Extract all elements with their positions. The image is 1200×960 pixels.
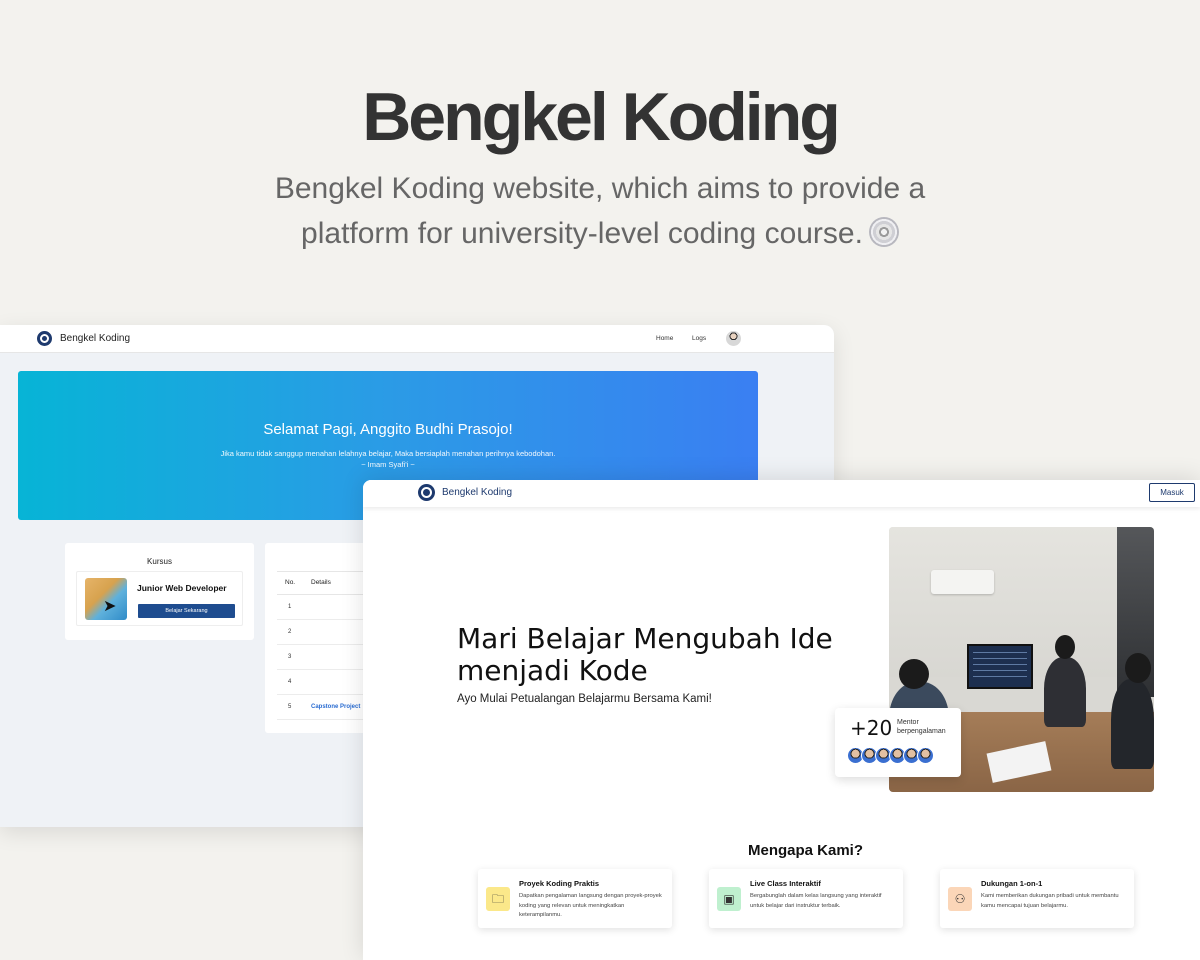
course-name: Junior Web Developer	[137, 583, 227, 593]
photo-standing-person	[1044, 657, 1086, 727]
user-avatar[interactable]	[726, 331, 741, 346]
disc-icon	[868, 217, 899, 247]
feature-title: Proyek Koding Praktis	[519, 879, 600, 888]
quote-text: Jika kamu tidak sanggup menahan lelahnya…	[220, 449, 556, 458]
feature-desc: Kami memberikan dukungan pribadi untuk m…	[981, 893, 1119, 909]
hero-title: Bengkel Koding	[362, 79, 841, 155]
bengkel-koding-logo-icon[interactable]	[37, 331, 52, 346]
cursor-icon: ➤	[103, 598, 117, 615]
belajar-sekarang-button[interactable]: Belajar Sekarang	[138, 604, 235, 618]
photo-monitor	[967, 644, 1033, 689]
course-item[interactable]: ➤ Junior Web Developer Belajar Sekarang	[76, 571, 243, 626]
why-us-title: Mengapa Kami?	[747, 842, 864, 859]
folder-code-icon: 🗀	[486, 887, 510, 911]
quote-author: ~ Imam Syafi'i ~	[361, 460, 415, 469]
landing-headline: Mari Belajar Mengubah Ide menjadi Kode	[457, 622, 833, 687]
row-number: 1	[288, 604, 292, 610]
dashboard-navbar: Bengkel Koding Home Logs	[0, 325, 834, 353]
table-header-details: Details	[311, 579, 331, 586]
bengkel-koding-logo-icon[interactable]	[418, 484, 435, 501]
photo-monitor-content	[973, 652, 1027, 682]
kursus-card: Kursus ➤ Junior Web Developer Belajar Se…	[65, 543, 254, 640]
mentor-label: Mentor berpengalaman	[897, 719, 946, 735]
photo-person-head	[899, 659, 929, 689]
row-number: 4	[288, 679, 292, 685]
photo-seated-person-right	[1111, 679, 1154, 769]
nav-logs-link[interactable]: Logs	[692, 335, 706, 342]
greeting-text: Selamat Pagi, Anggito Budhi Prasojo!	[263, 421, 513, 438]
feature-title: Live Class Interaktif	[750, 879, 821, 888]
feature-card-dukungan: ⚇ Dukungan 1-on-1 Kami memberikan dukung…	[940, 869, 1134, 928]
row-number: 2	[288, 629, 292, 635]
video-class-icon: ▣	[717, 887, 741, 911]
mentor-count: +20	[850, 716, 893, 740]
people-support-icon: ⚇	[948, 887, 972, 911]
masuk-button[interactable]: Masuk	[1149, 483, 1195, 502]
landing-tagline: Ayo Mulai Petualangan Belajarmu Bersama …	[457, 693, 712, 705]
row-number: 5	[288, 704, 292, 710]
mentor-stat-card: +20 Mentor berpengalaman	[835, 708, 961, 777]
kursus-title: Kursus	[147, 557, 172, 566]
table-header-no: No.	[285, 579, 296, 586]
photo-person-head	[1055, 635, 1075, 659]
nav-home-link[interactable]: Home	[656, 335, 673, 342]
feature-desc: Dapatkan pengalaman langsung dengan proy…	[519, 893, 662, 918]
landing-navbar: Bengkel Koding Masuk	[363, 480, 1200, 507]
feature-desc: Bergabunglah dalam kelas langsung yang i…	[750, 893, 882, 909]
hero-subtitle: Bengkel Koding website, which aims to pr…	[230, 166, 970, 256]
capstone-project-link[interactable]: Capstone Project	[311, 704, 360, 710]
feature-title: Dukungan 1-on-1	[981, 879, 1043, 888]
feature-card-proyek: 🗀 Proyek Koding Praktis Dapatkan pengala…	[478, 869, 672, 928]
dashboard-brand[interactable]: Bengkel Koding	[60, 333, 130, 344]
mentor-avatar	[917, 747, 934, 764]
course-thumbnail: ➤	[85, 578, 127, 620]
landing-brand[interactable]: Bengkel Koding	[442, 487, 512, 498]
hero-subtitle-text: Bengkel Koding website, which aims to pr…	[274, 172, 926, 250]
photo-air-conditioner	[931, 570, 994, 594]
photo-person-head	[1125, 653, 1151, 683]
feature-card-live-class: ▣ Live Class Interaktif Bergabunglah dal…	[709, 869, 903, 928]
row-number: 3	[288, 654, 292, 660]
landing-window: Bengkel Koding Masuk Mari Belajar Mengub…	[363, 480, 1200, 960]
